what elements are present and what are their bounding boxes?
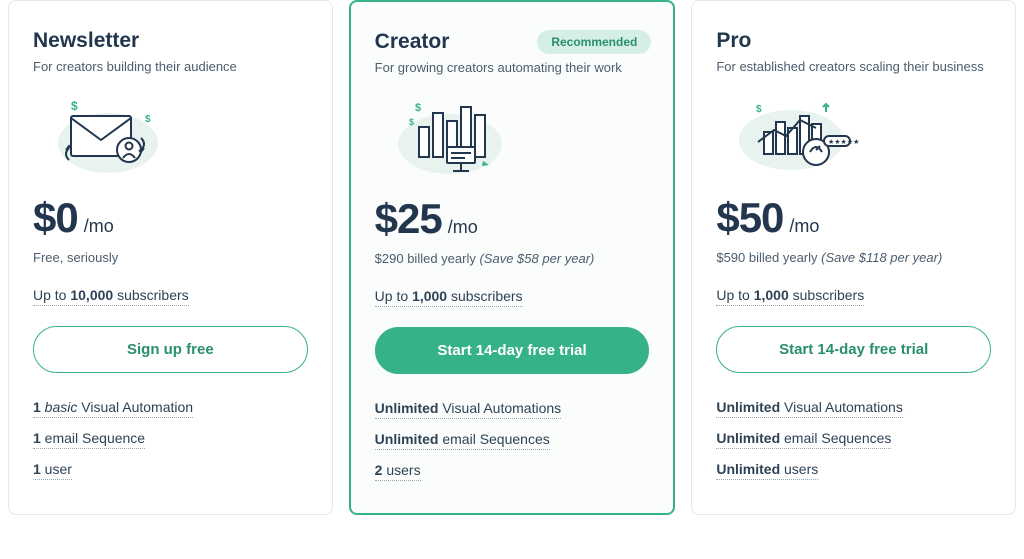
svg-text:$: $ xyxy=(756,104,762,115)
pro-illustration-icon: ★★★★★ $ xyxy=(716,88,866,178)
price-value: $0 xyxy=(33,194,78,242)
feature-item: Unlimited email Sequences xyxy=(375,431,550,450)
price-row: $0 /mo xyxy=(33,194,308,242)
plan-subtitle: For established creators scaling their b… xyxy=(716,59,991,74)
price-note: $590 billed yearly (Save $118 per year) xyxy=(716,250,991,265)
recommended-badge: Recommended xyxy=(537,30,651,54)
feature-item: 1 basic Visual Automation xyxy=(33,399,193,418)
plan-title: Pro xyxy=(716,29,991,53)
feature-item: 1 user xyxy=(33,461,72,480)
newsletter-illustration-icon: $ $ xyxy=(33,88,183,178)
pricing-plans-row: Newsletter For creators building their a… xyxy=(0,0,1024,515)
svg-text:$: $ xyxy=(409,117,414,127)
price-per: /mo xyxy=(448,217,478,238)
price-value: $25 xyxy=(375,195,442,243)
price-per: /mo xyxy=(789,216,819,237)
svg-text:$: $ xyxy=(145,114,151,125)
price-per: /mo xyxy=(84,216,114,237)
svg-text:$: $ xyxy=(71,99,78,113)
price-row: $50 /mo xyxy=(716,194,991,242)
price-row: $25 /mo xyxy=(375,195,650,243)
feature-item: 2 users xyxy=(375,462,421,481)
signup-free-button[interactable]: Sign up free xyxy=(33,326,308,373)
plan-title: Newsletter xyxy=(33,29,308,53)
start-trial-button[interactable]: Start 14-day free trial xyxy=(716,326,991,373)
subscribers-line: Up to 1,000 subscribers xyxy=(375,288,523,307)
svg-text:★★★★★: ★★★★★ xyxy=(828,138,859,146)
feature-item: Unlimited Visual Automations xyxy=(716,399,903,418)
start-trial-button[interactable]: Start 14-day free trial xyxy=(375,327,650,374)
price-note: $290 billed yearly (Save $58 per year) xyxy=(375,251,650,266)
svg-text:$: $ xyxy=(415,102,421,114)
plan-creator: Recommended Creator For growing creators… xyxy=(349,0,676,515)
subscribers-line: Up to 10,000 subscribers xyxy=(33,287,189,306)
price-value: $50 xyxy=(716,194,783,242)
subscribers-line: Up to 1,000 subscribers xyxy=(716,287,864,306)
feature-item: Unlimited Visual Automations xyxy=(375,400,562,419)
plan-subtitle: For growing creators automating their wo… xyxy=(375,60,650,75)
feature-item: Unlimited email Sequences xyxy=(716,430,891,449)
plan-subtitle: For creators building their audience xyxy=(33,59,308,74)
creator-illustration-icon: $ $ xyxy=(375,89,525,179)
plan-newsletter: Newsletter For creators building their a… xyxy=(8,0,333,515)
price-note: Free, seriously xyxy=(33,250,308,265)
plan-pro: Pro For established creators scaling the… xyxy=(691,0,1016,515)
feature-item: Unlimited users xyxy=(716,461,818,480)
feature-item: 1 email Sequence xyxy=(33,430,145,449)
